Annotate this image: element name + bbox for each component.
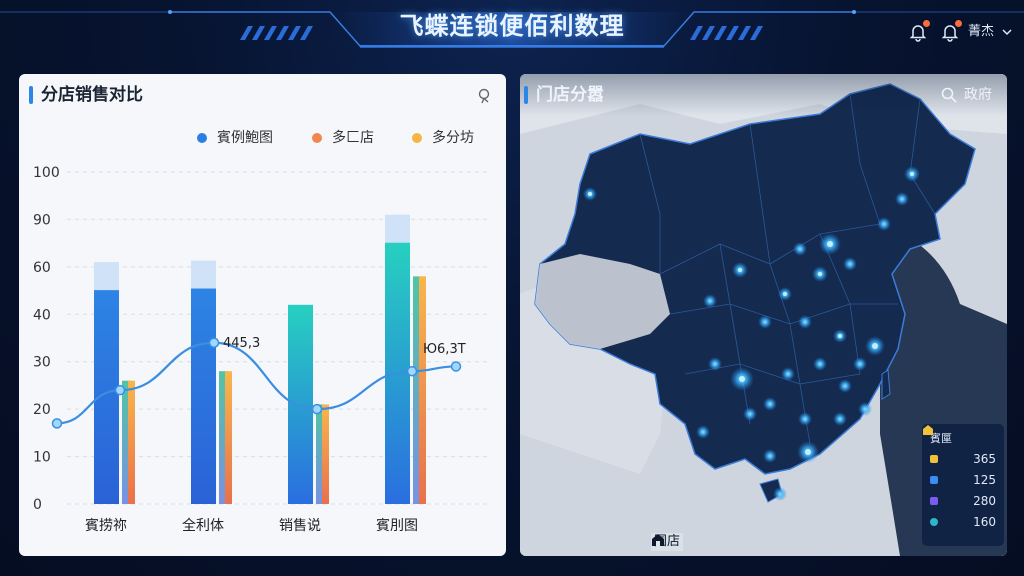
- y-tick-label: 90: [33, 212, 51, 228]
- trend-point: [208, 337, 220, 348]
- store-icon: [652, 534, 664, 546]
- chevron-down-icon[interactable]: [1000, 22, 1014, 42]
- x-tick-label: 全利体: [182, 517, 224, 534]
- data-annotation: Ю6,3T: [423, 342, 466, 357]
- bar-cap: [94, 262, 119, 291]
- trend-point: [311, 403, 323, 415]
- legend-label: 賓例鮑图: [217, 130, 273, 146]
- bar-cap: [385, 214, 410, 243]
- legend-item[interactable]: 賓例鮑图: [197, 129, 273, 147]
- legend-swatch: [930, 475, 938, 484]
- map-search-label[interactable]: 政府: [964, 84, 992, 106]
- legend-label: 多匚店: [332, 130, 374, 146]
- search-icon[interactable]: [940, 86, 958, 104]
- bar-series-3: [128, 380, 135, 504]
- trend-point: [450, 361, 462, 372]
- top-header: 飞蝶连锁便佰利数理 菁杰: [0, 0, 1024, 60]
- y-tick-label: 100: [33, 165, 60, 181]
- x-tick-label: 賓捞祢: [85, 517, 127, 534]
- panel-title: 分店销售对比: [41, 85, 143, 105]
- map-caption: 国店: [651, 533, 684, 551]
- store-icon: [923, 425, 933, 435]
- map-header: 门店分嚣 政府: [520, 74, 1007, 116]
- map-legend-row: 125: [930, 469, 996, 490]
- legend-swatch: [930, 517, 938, 526]
- bar-series-1: [191, 288, 216, 504]
- legend-value: 160: [973, 514, 996, 529]
- bell-icon[interactable]: [908, 20, 930, 42]
- legend-swatch: [197, 133, 207, 143]
- map-legend: 賓匰 365 125 280 160: [922, 424, 1004, 546]
- y-tick-label: 40: [33, 307, 51, 323]
- trend-point: [406, 365, 418, 377]
- legend-swatch: [930, 454, 938, 463]
- bar-series-3: [322, 404, 329, 504]
- page-title: 飞蝶连锁便佰利数理: [399, 12, 625, 40]
- panel-title-accent: [29, 86, 33, 104]
- notification-dot: [955, 20, 962, 27]
- y-tick-label: 20: [33, 402, 51, 418]
- map-legend-row: 160: [930, 511, 996, 532]
- x-tick-label: 销售说: [279, 518, 321, 534]
- bar-cap: [191, 260, 216, 289]
- bar-series-1: [288, 304, 313, 504]
- y-tick-label: 10: [33, 450, 51, 466]
- bar-series-3: [419, 276, 426, 504]
- legend-item[interactable]: 多匚店: [312, 129, 374, 147]
- notification-dot: [923, 20, 930, 27]
- legend-item[interactable]: 多分坊: [412, 129, 474, 147]
- panel-title-accent: [524, 86, 528, 104]
- store-map-panel: 门店分嚣 政府 賓匰 365 125 280 160 国店: [520, 74, 1007, 556]
- alarm-bell-icon[interactable]: [940, 20, 962, 42]
- user-name[interactable]: 菁杰: [968, 22, 994, 42]
- map-legend-title: 賓匰: [923, 425, 996, 448]
- y-tick-label: 30: [33, 355, 51, 371]
- legend-label: 多分坊: [432, 130, 474, 146]
- legend-swatch: [312, 133, 322, 143]
- map-legend-row: 365: [930, 448, 996, 469]
- legend-swatch: [930, 496, 938, 505]
- map-legend-row: 280: [930, 490, 996, 511]
- trend-point: [51, 418, 63, 429]
- bar-series-3: [225, 371, 232, 504]
- legend-value: 280: [973, 493, 996, 508]
- y-tick-label: 60: [33, 260, 51, 276]
- x-tick-label: 賓刖图: [376, 517, 418, 534]
- y-tick-label: 0: [33, 497, 42, 513]
- settings-loop-icon[interactable]: [474, 86, 494, 106]
- panel-title: 门店分嚣: [536, 85, 604, 105]
- legend-value: 125: [973, 472, 996, 487]
- data-annotation: 445,3: [223, 336, 260, 351]
- sales-comparison-panel: 0 10 20 30 40 60 90 100 賓捞祢 全利体 销售说 賓刖图 445,3 Ю6,3T 分…: [19, 74, 506, 556]
- legend-swatch: [412, 133, 422, 143]
- trend-point: [114, 384, 126, 396]
- legend-value: 365: [973, 451, 996, 466]
